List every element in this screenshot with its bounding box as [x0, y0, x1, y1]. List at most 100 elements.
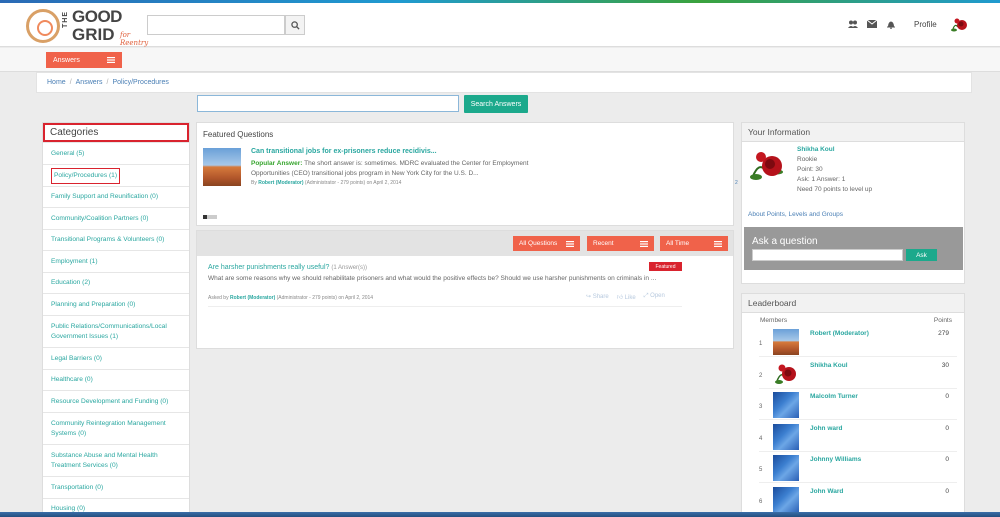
featured-question-link[interactable]: Can transitional jobs for ex-prisoners r… — [251, 148, 437, 155]
hamburger-icon — [640, 240, 648, 247]
featured-thumbnail[interactable] — [203, 148, 241, 186]
leaderboard-header: Members Points — [760, 317, 952, 324]
category-label[interactable]: Employment (1) — [51, 257, 98, 267]
header-search-input[interactable] — [147, 15, 285, 35]
featured-author-link[interactable]: Robert (Moderator) — [258, 180, 303, 186]
category-item[interactable]: General (5) — [43, 142, 189, 164]
category-item[interactable]: Substance Abuse and Mental Health Treatm… — [43, 444, 189, 476]
member-avatar[interactable] — [773, 423, 799, 450]
category-label[interactable]: Education (2) — [51, 278, 90, 288]
answers-search-input[interactable] — [197, 95, 459, 112]
category-label[interactable]: Community/Coalition Partners (0) — [51, 214, 148, 224]
ask-button[interactable]: Ask — [906, 249, 937, 261]
member-points: 0 — [945, 393, 949, 401]
category-label[interactable]: Transitional Programs & Volunteers (0) — [51, 235, 164, 245]
category-label[interactable]: Substance Abuse and Mental Health Treatm… — [51, 451, 181, 471]
share-action[interactable]: ↪ Share — [586, 293, 609, 301]
member-avatar[interactable] — [773, 455, 799, 482]
hamburger-icon — [714, 240, 722, 247]
profile-avatar[interactable] — [949, 15, 969, 35]
member-name-link[interactable]: Shikha Koul — [810, 362, 848, 369]
category-label[interactable]: Policy/Procedures (1) — [51, 167, 121, 184]
category-item[interactable]: Planning and Preparation (0) — [43, 293, 189, 315]
question-divider — [208, 306, 682, 307]
breadcrumb: Home / Answers / Policy/Procedures — [36, 72, 972, 93]
question-meta: Asked by Robert (Moderator) (Administrat… — [208, 295, 374, 301]
category-item[interactable]: Legal Barriers (0) — [43, 347, 189, 369]
popular-answer-label: Popular Answer: — [251, 160, 303, 167]
profile-link[interactable]: Profile — [914, 20, 937, 29]
member-avatar[interactable] — [773, 487, 799, 513]
logo-emblem-icon — [26, 9, 60, 43]
category-label[interactable]: Family Support and Reunification (0) — [51, 192, 158, 202]
header-search-button[interactable] — [285, 15, 305, 35]
answers-menu-label: Answers — [53, 56, 80, 64]
category-item[interactable]: Community Reintegration Management Syste… — [43, 412, 189, 444]
breadcrumb-current[interactable]: Policy/Procedures — [112, 79, 168, 86]
category-item[interactable]: Public Relations/Communications/Local Go… — [43, 315, 189, 347]
hamburger-icon — [107, 57, 115, 63]
leaderboard-row: 5 Johnny Williams 0 — [759, 452, 957, 484]
member-avatar[interactable] — [773, 361, 799, 387]
carousel-indicator[interactable] — [203, 215, 217, 219]
category-item[interactable]: Transportation (0) — [43, 476, 189, 498]
member-avatar[interactable] — [773, 329, 799, 355]
category-item[interactable]: Resource Development and Funding (0) — [43, 390, 189, 412]
category-label[interactable]: Transportation (0) — [51, 483, 103, 493]
category-label[interactable]: Planning and Preparation (0) — [51, 300, 135, 310]
leaderboard-rank: 6 — [759, 499, 763, 505]
featured-badge: Featured — [649, 262, 682, 271]
envelope-icon[interactable] — [867, 19, 877, 29]
category-item[interactable]: Community/Coalition Partners (0) — [43, 207, 189, 229]
question-title-link[interactable]: Are harsher punishments really useful? (… — [208, 264, 367, 271]
category-item[interactable]: Transitional Programs & Volunteers (0) — [43, 229, 189, 250]
thumbs-up-icon: 👍︎ — [616, 295, 623, 301]
member-name-link[interactable]: Malcolm Turner — [810, 393, 858, 400]
like-action[interactable]: 👍︎ Like — [617, 293, 636, 301]
member-name-link[interactable]: John Ward — [810, 488, 843, 495]
breadcrumb-answers[interactable]: Answers — [76, 79, 103, 86]
user-avatar[interactable] — [747, 146, 787, 186]
ask-question-input[interactable] — [752, 249, 903, 261]
os-taskbar — [0, 512, 1000, 517]
leaderboard-row: 6 John Ward 0 — [759, 484, 957, 515]
leaderboard-row: 3 Malcolm Turner 0 — [759, 389, 957, 421]
leaderboard-rank: 5 — [759, 467, 763, 474]
category-label[interactable]: Resource Development and Funding (0) — [51, 397, 168, 407]
leaderboard-rank: 2 — [759, 372, 763, 379]
member-name-link[interactable]: John ward — [810, 425, 843, 432]
category-item[interactable]: Education (2) — [43, 272, 189, 293]
category-item[interactable]: Employment (1) — [43, 250, 189, 272]
categories-list: General (5) Policy/Procedures (1) Family S… — [43, 142, 189, 516]
category-label[interactable]: General (5) — [51, 149, 84, 159]
user-name-link[interactable]: Shikha Koul — [797, 145, 872, 155]
users-icon[interactable] — [848, 19, 858, 29]
category-item[interactable]: Policy/Procedures (1) — [43, 164, 189, 186]
category-item[interactable]: Family Support and Reunification (0) — [43, 186, 189, 207]
user-info-lines: Shikha Koul Rookie Point: 30 Ask: 1 Answ… — [797, 145, 872, 195]
member-points: 0 — [945, 424, 949, 432]
answers-menu-button[interactable]: Answers — [46, 52, 122, 68]
category-label[interactable]: Public Relations/Communications/Local Go… — [51, 322, 181, 342]
filter-all-time[interactable]: All Time — [660, 236, 728, 251]
about-points-link[interactable]: About Points, Levels and Groups — [748, 211, 843, 218]
filter-all-questions[interactable]: All Questions — [513, 236, 580, 251]
search-answers-button[interactable]: Search Answers — [464, 95, 528, 113]
question-author-link[interactable]: Robert (Moderator) — [230, 295, 275, 301]
member-avatar[interactable] — [773, 392, 799, 419]
featured-popular-answer: Popular Answer: The short answer is: som… — [251, 159, 551, 179]
category-item[interactable]: Healthcare (0) — [43, 369, 189, 390]
bell-icon[interactable] — [886, 19, 896, 29]
leaderboard-rank: 4 — [759, 435, 763, 442]
search-icon — [290, 20, 300, 30]
member-name-link[interactable]: Robert (Moderator) — [810, 330, 869, 337]
site-logo[interactable]: THE GOOD GRID for Reentry — [26, 7, 148, 47]
member-name-link[interactable]: Johnny Williams — [810, 456, 861, 463]
category-label[interactable]: Community Reintegration Management Syste… — [51, 419, 181, 439]
breadcrumb-home[interactable]: Home — [47, 79, 66, 86]
category-label[interactable]: Legal Barriers (0) — [51, 354, 102, 364]
open-action[interactable]: ⤢ Open — [644, 293, 665, 301]
featured-questions-panel: Featured Questions Can transitional jobs… — [196, 122, 738, 226]
filter-recent[interactable]: Recent — [587, 236, 654, 251]
category-label[interactable]: Healthcare (0) — [51, 375, 93, 385]
